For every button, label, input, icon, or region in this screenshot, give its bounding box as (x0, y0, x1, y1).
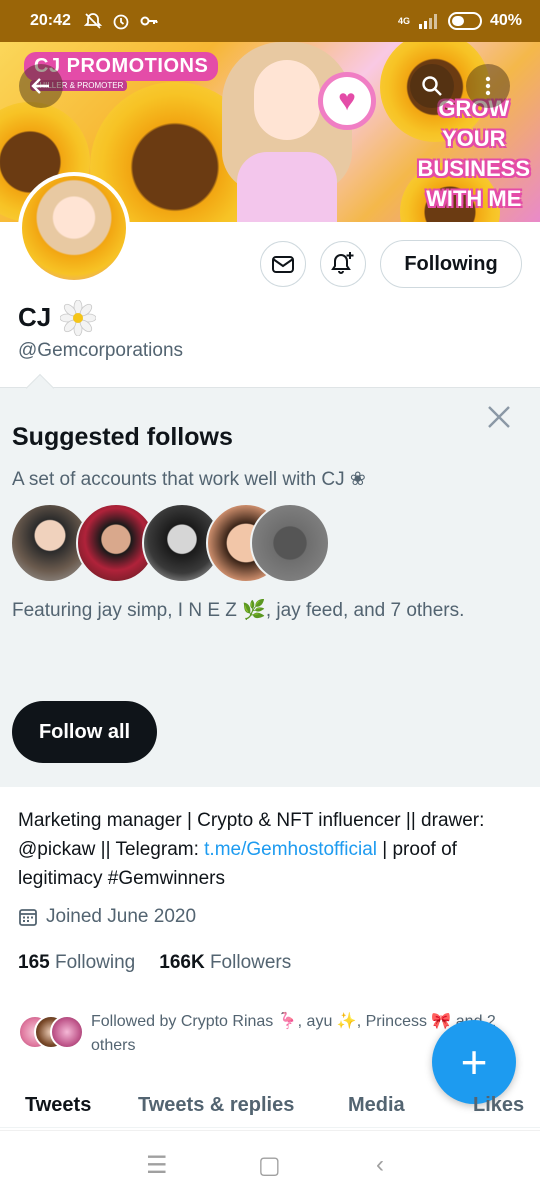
avatar (50, 1015, 84, 1049)
profile-bio: Marketing manager | Crypto & NFT influen… (18, 810, 485, 889)
battery-icon (447, 12, 482, 30)
display-name: CJ (18, 302, 52, 332)
followed-by-avatars (18, 1015, 88, 1051)
profile-avatar[interactable] (18, 172, 130, 284)
bell-plus-icon (331, 252, 354, 274)
following-count-link[interactable]: 165 Following (18, 952, 135, 974)
handle: @Gemcorporations (18, 340, 184, 361)
battery-level: 40% (489, 12, 522, 29)
telegram-link[interactable]: t.me/Gemhostofficial (204, 839, 377, 860)
suggested-subtitle: A set of accounts that work well with CJ… (12, 469, 366, 490)
network-type: 4G (397, 15, 410, 26)
alarm-icon (113, 14, 129, 30)
banner-tagline: GROW YOUR BUSINESS WITH ME (417, 96, 530, 211)
daisy-emoji-icon (60, 300, 96, 336)
system-nav-bar: ☰ ▢ ‹ (0, 1130, 540, 1200)
follow-counts: 165 Following 166K Followers (18, 952, 291, 974)
menu-icon[interactable]: ☰ (146, 1151, 168, 1180)
status-bar: 20:42 4G 40% (0, 0, 540, 42)
close-icon[interactable] (484, 402, 514, 432)
envelope-icon (272, 256, 294, 273)
back-chevron-icon[interactable]: ‹ (376, 1151, 384, 1179)
key-icon (140, 16, 158, 26)
back-arrow-icon[interactable] (19, 64, 63, 108)
tab-tweets-replies[interactable]: Tweets & replies (138, 1094, 294, 1117)
following-button[interactable]: Following (380, 240, 522, 288)
mute-alarm-icon (83, 13, 103, 29)
search-icon[interactable] (410, 64, 454, 108)
home-square-icon[interactable]: ▢ (258, 1151, 281, 1180)
heart-icon: ♥ (318, 72, 376, 130)
followers-count-link[interactable]: 166K Followers (159, 952, 291, 974)
signal-icon (418, 14, 437, 29)
suggested-avatar-stack[interactable] (10, 503, 340, 585)
banner-illustration (222, 42, 352, 222)
tab-media[interactable]: Media (348, 1094, 405, 1117)
profile-tabs: Tweets Tweets & replies Media Likes (0, 1086, 540, 1128)
notify-button[interactable] (320, 241, 366, 287)
suggested-featuring: Featuring jay simp, I N E Z 🌿, jay feed,… (12, 600, 465, 621)
message-button[interactable] (260, 241, 306, 287)
suggested-avatar[interactable] (250, 503, 330, 583)
calendar-icon (19, 909, 37, 926)
follow-all-button[interactable]: Follow all (12, 701, 157, 763)
status-time: 20:42 (30, 12, 71, 29)
joined-date: Joined June 2020 (18, 906, 196, 928)
tab-likes[interactable]: Likes (473, 1094, 524, 1117)
suggested-title: Suggested follows (12, 423, 233, 451)
tab-tweets[interactable]: Tweets (25, 1094, 91, 1117)
more-vertical-icon[interactable] (466, 64, 510, 108)
